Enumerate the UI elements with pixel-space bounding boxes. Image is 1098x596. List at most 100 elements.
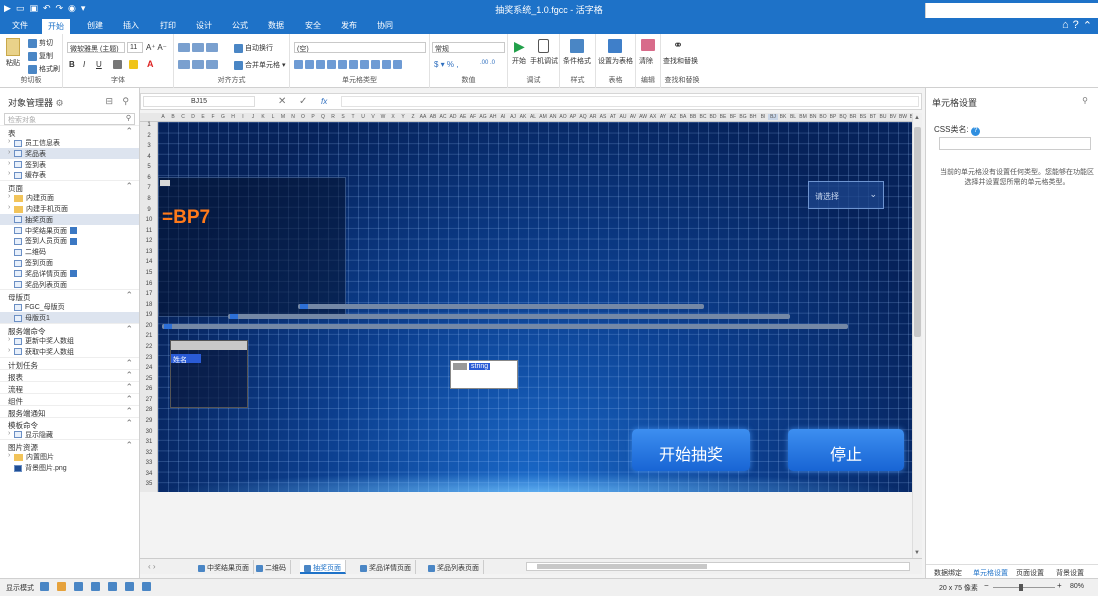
row-header-cell[interactable]: 18	[140, 302, 158, 313]
table-icon[interactable]	[608, 39, 624, 53]
format-painter-button[interactable]: 格式刷	[28, 64, 60, 74]
column-header-cell[interactable]: T	[348, 114, 358, 120]
image-item[interactable]: 背景图片.png	[0, 462, 139, 473]
section-component[interactable]: 组件 ⌃	[0, 392, 139, 406]
home-icon[interactable]: ⌂	[1062, 19, 1069, 32]
template-command-item[interactable]: › 显示隐藏	[0, 429, 139, 440]
column-header-cell[interactable]: AJ	[508, 114, 518, 120]
merge-cells-button[interactable]: 合并单元格 ▾	[234, 60, 285, 70]
mobile-debug-button[interactable]: 手机调试	[530, 56, 558, 66]
tab-data-binding[interactable]: 数据绑定	[934, 568, 962, 578]
column-header-cell[interactable]: N	[288, 114, 298, 120]
column-header-cell[interactable]: AU	[618, 114, 628, 120]
font-grow-icon[interactable]: A⁺ A⁻	[146, 43, 167, 52]
number-format-select[interactable]: 常规	[432, 42, 505, 53]
row-header-cell[interactable]: 14	[140, 259, 158, 270]
design-canvas[interactable]: =BP7 请选择 ⌄ 姓名 string 开始抽奖 停止	[158, 122, 912, 492]
fill-color-button[interactable]	[129, 60, 140, 69]
column-header-cell[interactable]: BR	[848, 114, 858, 120]
page-item[interactable]: 签到页面	[0, 257, 139, 268]
table-item[interactable]: › 奖品表	[0, 147, 139, 159]
row-header-cell[interactable]: 20	[140, 323, 158, 334]
column-header-cell[interactable]: BP	[828, 114, 838, 120]
row-header-cell[interactable]: 4	[140, 154, 158, 165]
column-header-cell[interactable]: U	[358, 114, 368, 120]
decimal-icon[interactable]: .00 .0	[480, 60, 495, 66]
collapse-ribbon-icon[interactable]: ⌃	[1083, 19, 1092, 32]
play-icon[interactable]: ▶	[514, 38, 525, 55]
tab-file[interactable]: 文件	[12, 20, 28, 31]
help-icon[interactable]: ?	[970, 127, 980, 136]
align-left-icon[interactable]	[178, 60, 220, 69]
column-header-cell[interactable]: Y	[398, 114, 408, 120]
row-header-cell[interactable]: 1	[140, 122, 158, 133]
master-item[interactable]: FGC_母版页	[0, 301, 139, 312]
expand-icon[interactable]: ›	[8, 336, 10, 343]
tab-prev-icon[interactable]: ‹ ›	[148, 562, 156, 571]
copy-button[interactable]: 复制	[28, 51, 53, 61]
cut-button[interactable]: 剪切	[28, 38, 53, 48]
row-header-cell[interactable]: 3	[140, 143, 158, 154]
section-tables[interactable]: 表 ⌃	[0, 125, 139, 138]
column-header-cell[interactable]: AC	[438, 114, 448, 120]
vertical-scrollbar[interactable]: ▲ ▼	[912, 113, 922, 558]
mode-layout-icon[interactable]	[108, 582, 117, 591]
row-header-cell[interactable]: 13	[140, 249, 158, 260]
chevron-up-icon[interactable]: ⌃	[125, 394, 133, 405]
column-header-cell[interactable]: AP	[568, 114, 578, 120]
column-header-cell[interactable]: AV	[628, 114, 638, 120]
table-item[interactable]: › 员工信息表	[0, 137, 139, 148]
mode-grid-icon[interactable]	[91, 582, 100, 591]
tab-design[interactable]: 设计	[196, 20, 212, 31]
column-header-cell[interactable]: S	[338, 114, 348, 120]
column-header-cell[interactable]: BM	[798, 114, 808, 120]
column-header-cell[interactable]: BG	[738, 114, 748, 120]
paste-button[interactable]: 粘贴	[6, 58, 20, 68]
tab-collab[interactable]: 协同	[377, 20, 393, 31]
column-header-cell[interactable]: BD	[708, 114, 718, 120]
image-item[interactable]: › 内置图片	[0, 451, 139, 462]
server-command-item[interactable]: › 获取中奖人数组	[0, 346, 139, 357]
column-header-cell[interactable]: A	[158, 114, 168, 120]
column-header-cell[interactable]: AH	[488, 114, 498, 120]
tab-formula[interactable]: 公式	[232, 20, 248, 31]
border-button[interactable]	[113, 60, 124, 69]
merged-cell-region[interactable]	[158, 177, 346, 317]
column-header-cell[interactable]: AF	[468, 114, 478, 120]
section-report[interactable]: 报表 ⌃	[0, 368, 139, 382]
scroll-down-icon[interactable]: ▼	[914, 550, 920, 556]
string-cell[interactable]: string	[450, 360, 518, 389]
row-header-cell[interactable]: 21	[140, 333, 158, 344]
row-header-cell[interactable]: 22	[140, 344, 158, 355]
table-item[interactable]: › 签到表	[0, 159, 139, 170]
mode-user-icon[interactable]	[57, 582, 66, 591]
fx-icon[interactable]: fx	[321, 97, 327, 106]
repeater-bar[interactable]	[228, 314, 790, 319]
cancel-icon[interactable]: ✕	[278, 96, 286, 107]
celltype-select[interactable]: (空)	[294, 42, 426, 53]
zoom-slider-handle[interactable]	[1019, 584, 1023, 591]
column-header-cell[interactable]: AT	[608, 114, 618, 120]
row-header-cell[interactable]: 16	[140, 281, 158, 292]
find-replace-button[interactable]: 查找和替换	[663, 56, 698, 66]
tab-insert[interactable]: 插入	[123, 20, 139, 31]
binoculars-icon[interactable]: ⚭	[673, 38, 683, 52]
expand-icon[interactable]: ›	[8, 160, 10, 167]
chevron-up-icon[interactable]: ⌃	[125, 382, 133, 393]
page-item[interactable]: › 内建页面	[0, 192, 139, 203]
chevron-up-icon[interactable]: ⌃	[125, 440, 133, 451]
column-header-cell[interactable]: AW	[638, 114, 648, 120]
column-header-cell[interactable]: H	[228, 114, 238, 120]
row-header-cell[interactable]: 17	[140, 291, 158, 302]
row-header-cell[interactable]: 19	[140, 312, 158, 323]
column-header-cell[interactable]: B	[168, 114, 178, 120]
chevron-up-icon[interactable]: ⌃	[125, 126, 133, 137]
column-header-cell[interactable]: V	[368, 114, 378, 120]
row-header-cell[interactable]: 2	[140, 133, 158, 144]
section-images[interactable]: 图片资源 ⌃	[0, 439, 139, 452]
column-header-cell[interactable]: M	[278, 114, 288, 120]
column-header-cell[interactable]: Q	[318, 114, 328, 120]
conditional-format-button[interactable]: 条件格式	[563, 56, 591, 66]
row-header-cell[interactable]: 24	[140, 365, 158, 376]
start-debug-button[interactable]: 开始	[512, 56, 526, 66]
